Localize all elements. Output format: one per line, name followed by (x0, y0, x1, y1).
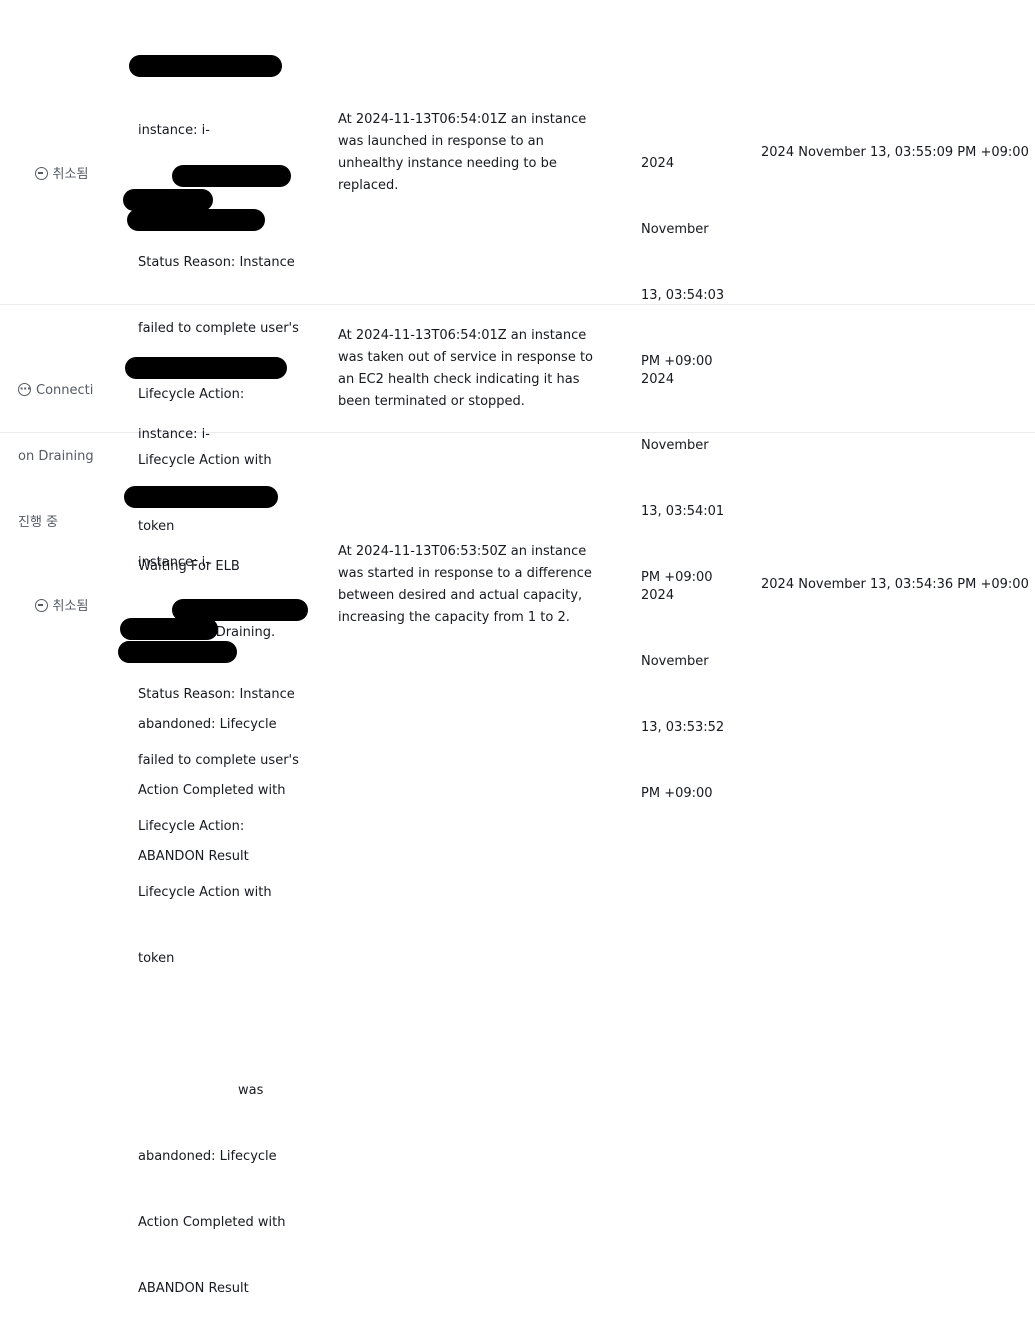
status-line: Connecti (18, 378, 98, 402)
start-time-line: 13, 03:54:03 (641, 288, 725, 303)
cause-cell: At 2024-11-13T06:53:50Z an instance was … (338, 544, 597, 625)
end-time-cell: 2024 November 13, 03:54:36 PM +09:00 (761, 577, 1029, 592)
redaction-mark (120, 618, 218, 640)
description-line: failed to complete user's (138, 753, 299, 768)
status-label: Connecti (36, 383, 94, 398)
redaction-mark (118, 641, 237, 663)
redaction-mark (125, 357, 287, 379)
status-cell: 취소됨 (18, 142, 98, 208)
status-label: 취소됨 (52, 599, 89, 614)
description-line: Status Reason: Instance (138, 687, 295, 702)
status-label: 취소됨 (52, 167, 89, 182)
table-row: Connecti on Draining 진행 중 Terminating EC… (0, 305, 1035, 640)
description-line: instance: i- (138, 123, 210, 138)
start-time-line: 2024 (641, 156, 675, 171)
description-line: was (238, 1083, 264, 1098)
cause-cell: At 2024-11-13T06:54:01Z an instance was … (338, 112, 591, 193)
start-time-line: November (641, 654, 709, 669)
start-time-line: PM +09:00 (641, 786, 713, 801)
table-row: 취소됨 Launching a new EC2 instance: i- Sta… (0, 0, 1035, 864)
start-time-line: 2024 (641, 372, 675, 387)
table-row: 취소됨 Launching a new EC2 instance: i- Sta… (0, 433, 1035, 1296)
description-line: abandoned: Lifecycle (138, 1149, 277, 1164)
description-cell: Launching a new EC2 instance: i- Status … (138, 442, 316, 1344)
start-time-line: November (641, 222, 709, 237)
minus-circle-icon (34, 599, 48, 612)
redaction-mark (129, 55, 282, 77)
redacted-line (138, 1014, 316, 1036)
cause-cell: At 2024-11-13T06:54:01Z an instance was … (338, 328, 598, 409)
description-line: token (138, 951, 175, 966)
description-line: Lifecycle Action with (138, 885, 272, 900)
redaction-mark (123, 189, 213, 211)
description-line: instance: i- (138, 555, 210, 570)
start-time-line: 2024 (641, 588, 675, 603)
redaction-mark (124, 486, 278, 508)
redaction-mark (127, 209, 265, 231)
status-cell: 취소됨 (18, 574, 98, 640)
description-line: Status Reason: Instance (138, 255, 295, 270)
redaction-mark (172, 165, 291, 187)
start-time-cell: 2024 November 13, 03:53:52 PM +09:00 (641, 541, 741, 849)
start-time-line: 13, 03:53:52 (641, 720, 725, 735)
end-time-cell: 2024 November 13, 03:55:09 PM +09:00 (761, 145, 1029, 160)
description-line: ABANDON Result (138, 1281, 249, 1296)
description-line: Lifecycle Action: (138, 819, 245, 834)
minus-circle-icon (34, 167, 48, 180)
description-line: Action Completed with (138, 1215, 286, 1230)
ellipsis-circle-icon (18, 378, 31, 400)
